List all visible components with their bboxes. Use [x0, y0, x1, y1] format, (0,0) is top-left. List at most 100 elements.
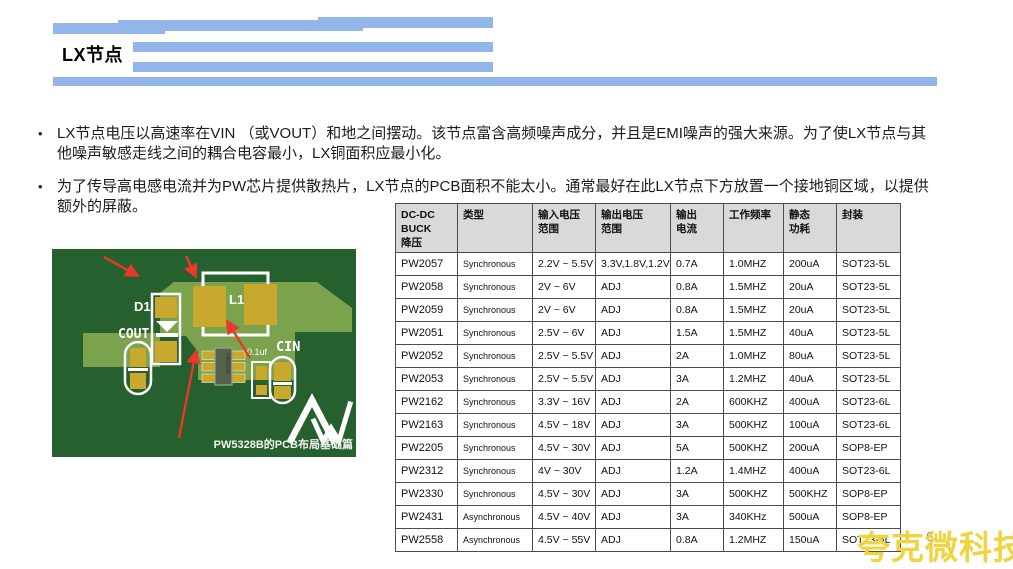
table-cell: ADJ — [596, 345, 671, 368]
table-cell: PW2163 — [396, 414, 458, 437]
ic-pin — [232, 351, 245, 360]
table-cell: Synchronous — [458, 368, 533, 391]
table-row: PW2312Synchronous4V ~ 30VADJ1.2A1.4MHZ40… — [396, 460, 901, 483]
table-cell: Synchronous — [458, 253, 533, 276]
table-cell: 200uA — [784, 253, 837, 276]
table-cell: ADJ — [596, 437, 671, 460]
table-row: PW2052Synchronous2.5V ~ 5.5VADJ2A1.0MHZ8… — [396, 345, 901, 368]
table-row: PW2162Synchronous3.3V ~ 16VADJ2A600KHZ40… — [396, 391, 901, 414]
table-cell: PW2053 — [396, 368, 458, 391]
table-cell: 4.5V ~ 55V — [533, 529, 596, 552]
table-cell: 1.5A — [671, 322, 724, 345]
table-cell: 3A — [671, 506, 724, 529]
table-cell: 80uA — [784, 345, 837, 368]
pcb-caption: PW5328B的PCB布局基础篇 — [214, 437, 353, 451]
table-row: PW2059Synchronous2V ~ 6VADJ0.8A1.5MHZ20u… — [396, 299, 901, 322]
table-cell: 1.5MHZ — [724, 276, 784, 299]
table-header-cell: 静态 功耗 — [784, 204, 837, 253]
table-cell: Asynchronous — [458, 529, 533, 552]
table-cell: 2.5V ~ 5.5V — [533, 368, 596, 391]
table-cell: 4.5V ~ 18V — [533, 414, 596, 437]
table-cell: Synchronous — [458, 322, 533, 345]
cout-pad-bottom — [130, 373, 146, 389]
table-cell: SOT23-5L — [837, 299, 901, 322]
table-cell: 4.5V ~ 40V — [533, 506, 596, 529]
table-cell: 2V ~ 6V — [533, 276, 596, 299]
cap-label: 0.1uf — [247, 347, 268, 357]
table-cell: 2A — [671, 391, 724, 414]
table-cell: ADJ — [596, 391, 671, 414]
table-header-cell: 输出电压 范围 — [596, 204, 671, 253]
table-cell: 0.8A — [671, 299, 724, 322]
table-cell: ADJ — [596, 322, 671, 345]
table-cell: 2A — [671, 345, 724, 368]
table-cell: PW2431 — [396, 506, 458, 529]
table-cell: 0.8A — [671, 276, 724, 299]
table-cell: ADJ — [596, 276, 671, 299]
table-cell: Synchronous — [458, 414, 533, 437]
table-cell: SOP8-EP — [837, 437, 901, 460]
table-cell: PW2057 — [396, 253, 458, 276]
table-cell: ADJ — [596, 529, 671, 552]
table-cell: 20uA — [784, 299, 837, 322]
cout-label: COUT — [118, 327, 149, 342]
table-cell: PW2558 — [396, 529, 458, 552]
table-cell: ADJ — [596, 299, 671, 322]
table-cell: 0.7A — [671, 253, 724, 276]
ic-pin — [202, 351, 215, 360]
ic-pin — [232, 363, 245, 372]
l1-pad-left — [193, 286, 226, 327]
table-cell: 2.5V ~ 6V — [533, 322, 596, 345]
table-row: PW2431Asynchronous4.5V ~ 40VADJ3A340KHz5… — [396, 506, 901, 529]
header-bar-segment — [133, 42, 493, 52]
table-cell: Synchronous — [458, 483, 533, 506]
watermark: 夸克微科技 — [857, 521, 1013, 569]
table-cell: ADJ — [596, 414, 671, 437]
l1-pad-right — [244, 284, 277, 325]
table-cell: ADJ — [596, 483, 671, 506]
header-bar-segment — [318, 17, 493, 28]
table-cell: SOT23-6L — [837, 414, 901, 437]
table-row: PW2051Synchronous2.5V ~ 6VADJ1.5A1.5MHZ4… — [396, 322, 901, 345]
cap-pad-bottom — [256, 385, 267, 395]
table-cell: ADJ — [596, 506, 671, 529]
table-cell: 1.0MHZ — [724, 345, 784, 368]
table-cell: SOT23-6L — [837, 460, 901, 483]
bullet-text: LX节点电压以高速率在VIN （或VOUT）和地之间摆动。该节点富含高频噪声成分… — [57, 125, 926, 162]
dcdc-buck-spec-table: DC-DC BUCK 降压类型输入电压 范围输出电压 范围输出 电流工作频率静态… — [395, 203, 901, 552]
table-cell: 600KHZ — [724, 391, 784, 414]
table-cell: PW2058 — [396, 276, 458, 299]
table-cell: SOT23-5L — [837, 276, 901, 299]
table-cell: SOT23-5L — [837, 253, 901, 276]
header-divider-bar — [53, 77, 937, 86]
ic-pin — [202, 374, 215, 383]
table-cell: PW2312 — [396, 460, 458, 483]
table-row: PW2058Synchronous2V ~ 6VADJ0.8A1.5MHZ20u… — [396, 276, 901, 299]
table-row: PW2330Synchronous4.5V ~ 30VADJ3A500KHZ50… — [396, 483, 901, 506]
table-cell: 500KHZ — [724, 414, 784, 437]
table-cell: 1.2MHZ — [724, 529, 784, 552]
table-cell: 3A — [671, 483, 724, 506]
table-header-cell: 封装 — [837, 204, 901, 253]
table-cell: 340KHz — [724, 506, 784, 529]
cin-label: CIN — [276, 339, 300, 355]
pcb-layout-image: L1 D1 COUT PW5300 0.1uf CIN PW5328B的PCB布… — [52, 249, 356, 457]
table-cell: 40uA — [784, 322, 837, 345]
ic-pin — [202, 363, 215, 372]
table-cell: 5A — [671, 437, 724, 460]
table-row: PW2057Synchronous2.2V ~ 5.5V3.3V,1.8V,1.… — [396, 253, 901, 276]
bullet-item: • LX节点电压以高速率在VIN （或VOUT）和地之间摆动。该节点富含高频噪声… — [36, 124, 929, 164]
cout-pad-top — [130, 348, 146, 367]
table-cell: 2V ~ 6V — [533, 299, 596, 322]
table-cell: 2.2V ~ 5.5V — [533, 253, 596, 276]
table-cell: 500KHZ — [724, 483, 784, 506]
table-cell: Synchronous — [458, 345, 533, 368]
table-row: PW2163Synchronous4.5V ~ 18VADJ3A500KHZ10… — [396, 414, 901, 437]
table-cell: Synchronous — [458, 460, 533, 483]
cap-pad-top — [256, 366, 267, 380]
table-cell: 1.5MHZ — [724, 322, 784, 345]
table-cell: 4V ~ 30V — [533, 460, 596, 483]
table-header-cell: 类型 — [458, 204, 533, 253]
table-cell: SOT23-5L — [837, 368, 901, 391]
table-cell: Synchronous — [458, 391, 533, 414]
